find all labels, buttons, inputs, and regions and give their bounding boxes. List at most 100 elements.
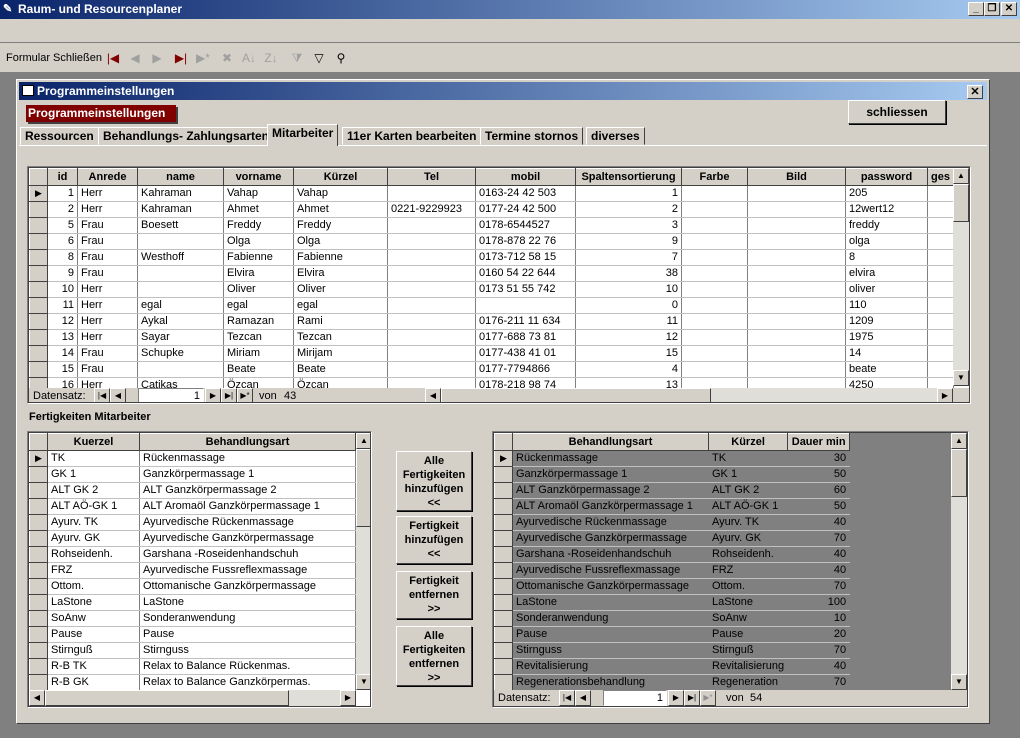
cell-kuerzel[interactable]: Oliver [293,281,388,298]
cell-vorname[interactable]: Elvira [223,265,294,282]
cell-bild[interactable] [747,185,846,202]
row-selector[interactable] [494,546,513,563]
cell-spaltensortierung[interactable]: 4 [575,361,682,378]
table-row[interactable]: 8 Frau Westhoff Fabienne Fabienne 0173-712 58… [29,249,954,266]
cell-bild[interactable] [747,217,846,234]
nav-next-icon[interactable]: ▶ [668,690,684,706]
row-selector[interactable] [494,482,513,499]
cell-id[interactable]: 15 [47,361,78,378]
list-item[interactable]: Stirnguss Stirnguß 70 [494,642,851,659]
cell-tel[interactable] [387,329,476,346]
cell-behandlungsart[interactable]: ALT Aromaöl Ganzkörpermassage 1 [512,498,709,515]
cell-farbe[interactable] [681,185,748,202]
scroll-up-icon[interactable]: ▲ [953,168,969,184]
cell-kuerzel[interactable]: Ayurv. TK [47,514,140,531]
list-item[interactable]: Ayurv. TK Ayurvedische Rückenmassage [29,514,356,531]
cell-tel[interactable] [387,313,476,330]
list-item[interactable]: Pause Pause [29,626,356,643]
scroll-left-icon[interactable]: ◀ [29,690,45,706]
next-record-icon[interactable]: ▶ [148,50,166,66]
cell-vorname[interactable]: Oliver [223,281,294,298]
nav-last-icon[interactable]: ▶| [684,690,700,706]
new-record-icon[interactable]: ▶* [194,50,212,66]
cell-mobil[interactable]: 0173-712 58 15 [475,249,576,266]
add-all-skills-button[interactable]: Alle Fertigkeiten hinzufügen << [396,451,472,511]
list-item[interactable]: Regenerationsbehandlung Regeneration 70 [494,674,851,691]
form-close-icon[interactable]: ✕ [967,85,983,99]
cell-kuerzel[interactable]: FRZ [47,562,140,579]
cell-behandlungsart[interactable]: ALT Ganzkörpermassage 2 [512,482,709,499]
tab-ressourcen[interactable]: Ressourcen [20,127,99,145]
cell-anrede[interactable]: Frau [77,361,138,378]
cell-kuerzel[interactable]: Stirnguß [708,642,789,659]
cell-vorname[interactable]: Olga [223,233,294,250]
hscroll-thumb[interactable] [45,690,289,706]
cell-spaltensortierung[interactable]: 12 [575,329,682,346]
scroll-down-icon[interactable]: ▼ [951,674,967,690]
cell-behandlungsart[interactable]: Garshana -Roseidenhandschuh [512,546,709,563]
row-selector[interactable] [29,297,48,314]
cell-spaltensortierung[interactable]: 38 [575,265,682,282]
nav-next-icon[interactable]: ▶ [205,388,221,402]
cell-behandlungsart[interactable]: Rückenmassage [512,450,709,467]
scroll-up-icon[interactable]: ▲ [356,433,370,449]
row-selector[interactable] [494,466,513,483]
row-selector[interactable] [29,594,48,611]
cell-dauer-min[interactable]: 60 [787,482,851,499]
cell-spaltensortierung[interactable]: 10 [575,281,682,298]
cell-id[interactable]: 14 [47,345,78,362]
table-row[interactable]: 13 Herr Sayar Tezcan Tezcan 0177-688 73 81 12 1… [29,329,954,346]
list-item[interactable]: Ayurvedische Fussreflexmassage FRZ 40 [494,562,851,579]
row-selector[interactable] [29,201,48,218]
cell-kuerzel[interactable]: Pause [708,626,789,643]
scroll-down-icon[interactable]: ▼ [953,370,969,386]
cell-tel[interactable] [387,217,476,234]
col-behandlungsart[interactable]: Behandlungsart [139,433,356,451]
cell-password[interactable]: 110 [845,297,928,314]
table-row[interactable]: 5 Frau Boesett Freddy Freddy 0178-6544527 3 fre… [29,217,954,234]
cell-kuerzel[interactable]: SoAnw [47,610,140,627]
cell-behandlungsart[interactable]: Sonderanwendung [512,610,709,627]
cell-mobil[interactable]: 0173 51 55 742 [475,281,576,298]
cell-id[interactable]: 1 [47,185,78,202]
filter-by-selection-icon[interactable]: ⧩ [288,50,306,66]
cell-kuerzel[interactable]: Stirnguß [47,642,140,659]
cell-behandlungsart[interactable]: Revitalisierung [512,658,709,675]
list-item[interactable]: Ayurvedische Ganzkörpermassage Ayurv. GK 7… [494,530,851,547]
nav-new-icon[interactable]: ▶* [700,690,716,706]
nav-new-icon[interactable]: ▶* [237,388,253,402]
cell-kuerzel[interactable]: LaStone [47,594,140,611]
cell-name[interactable]: Aykal [137,313,224,330]
nav-first-icon[interactable]: |◀ [94,388,110,402]
list-item[interactable]: FRZ Ayurvedische Fussreflexmassage [29,562,356,579]
tab-mitarbeiter[interactable]: Mitarbeiter [267,124,339,146]
list-item[interactable]: Ayurvedische Rückenmassage Ayurv. TK 40 [494,514,851,531]
cell-kuerzel[interactable]: ALT GK 2 [47,482,140,499]
col-mobil[interactable]: mobil [475,168,576,186]
cell-bild[interactable] [747,233,846,250]
row-selector[interactable] [29,562,48,579]
cell-password[interactable]: 1209 [845,313,928,330]
employees-hscroll[interactable]: ◀ ▶ [425,388,953,402]
cell-spaltensortierung[interactable]: 3 [575,217,682,234]
cell-dauer-min[interactable]: 40 [787,514,851,531]
cell-name[interactable] [137,361,224,378]
cell-tel[interactable] [387,185,476,202]
cell-dauer-min[interactable]: 50 [787,466,851,483]
cell-spaltensortierung[interactable]: 15 [575,345,682,362]
remove-skill-button[interactable]: Fertigkeit entfernen >> [396,571,472,619]
cell-kuerzel[interactable]: Rohseidenh. [708,546,789,563]
col-name[interactable]: name [137,168,224,186]
cell-spaltensortierung[interactable]: 7 [575,249,682,266]
cell-name[interactable] [137,233,224,250]
cell-mobil[interactable]: 0163-24 42 503 [475,185,576,202]
last-record-icon[interactable]: ▶| [172,50,190,66]
list-item[interactable]: ▶ Rückenmassage TK 30 [494,450,851,467]
cell-vorname[interactable]: Freddy [223,217,294,234]
cell-anrede[interactable]: Frau [77,249,138,266]
row-selector[interactable] [29,546,48,563]
scroll-right-icon[interactable]: ▶ [340,690,356,706]
row-selector[interactable] [29,482,48,499]
row-selector[interactable] [494,594,513,611]
row-selector[interactable] [29,514,48,531]
